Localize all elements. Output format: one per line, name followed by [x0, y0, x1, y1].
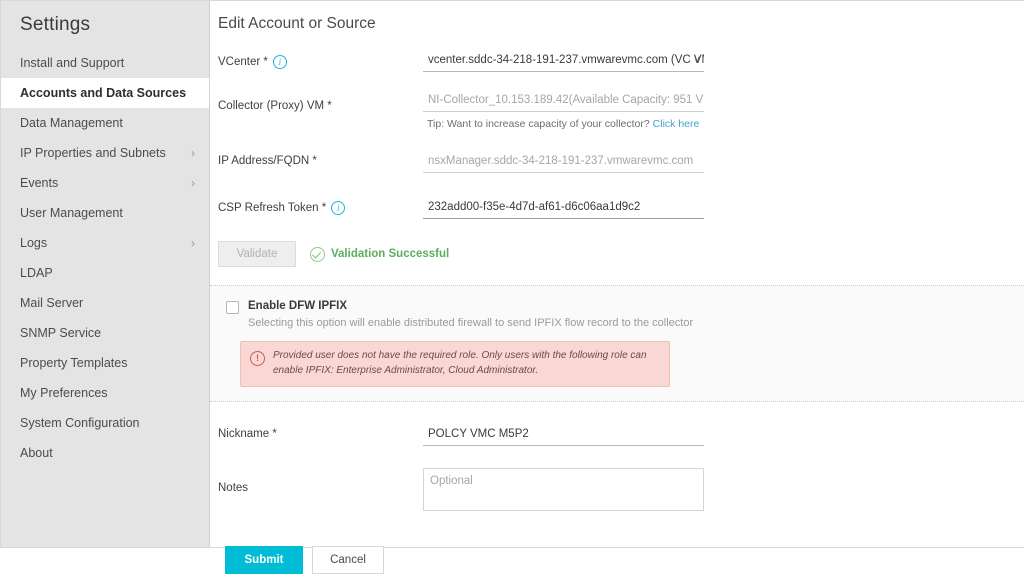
info-icon[interactable]: i: [331, 201, 346, 215]
collector-label: Collector (Proxy) VM *: [218, 90, 423, 112]
collector-label-text: Collector (Proxy) VM *: [218, 100, 332, 112]
notes-textarea[interactable]: [423, 468, 704, 511]
cancel-button[interactable]: Cancel: [312, 546, 384, 574]
main-content: Edit Account or Source VCenter * i vcent…: [210, 1, 1024, 574]
csp-token-row: CSP Refresh Token * i: [218, 197, 1024, 219]
collector-field: Tip: Want to increase capacity of your c…: [423, 90, 704, 130]
notes-label: Notes: [218, 468, 423, 494]
sidebar-item-snmp-service[interactable]: SNMP Service: [1, 318, 209, 348]
divider-bottom: [210, 401, 1024, 402]
sidebar-item-ip-properties-and-subnets[interactable]: IP Properties and Subnets ›: [1, 138, 209, 168]
csp-token-field: [423, 197, 704, 219]
validation-status: Validation Successful: [310, 246, 450, 262]
nickname-label: Nickname *: [218, 424, 423, 440]
csp-token-label-text: CSP Refresh Token *: [218, 202, 327, 214]
nickname-label-text: Nickname *: [218, 428, 277, 440]
sidebar-item-label: Mail Server: [20, 296, 84, 310]
sidebar-item-label: IP Properties and Subnets: [20, 146, 166, 160]
sidebar-item-install-and-support[interactable]: Install and Support: [1, 48, 209, 78]
validate-row: Validate Validation Successful: [218, 241, 1024, 267]
ip-address-input[interactable]: [423, 152, 704, 173]
collector-input[interactable]: [423, 91, 704, 112]
sidebar-item-label: Property Templates: [20, 356, 128, 370]
ipfix-role-warning: ! Provided user does not have the requir…: [240, 341, 670, 387]
sidebar-item-label: LDAP: [20, 266, 53, 280]
ip-address-label-text: IP Address/FQDN *: [218, 155, 317, 167]
sidebar-item-data-management[interactable]: Data Management: [1, 108, 209, 138]
ipfix-section: Enable DFW IPFIX Selecting this option w…: [210, 286, 1024, 401]
collector-tip-text: Tip: Want to increase capacity of your c…: [427, 118, 653, 130]
sidebar-item-label: Accounts and Data Sources: [20, 86, 187, 100]
ip-address-row: IP Address/FQDN *: [218, 151, 1024, 173]
sidebar-item-label: Events: [20, 176, 59, 190]
submit-button[interactable]: Submit: [225, 546, 303, 574]
sidebar-item-ldap[interactable]: LDAP: [1, 258, 209, 288]
sidebar-item-label: Data Management: [20, 116, 123, 130]
collector-tip: Tip: Want to increase capacity of your c…: [423, 112, 704, 130]
vcenter-label-text: VCenter *: [218, 56, 268, 68]
nickname-field: [423, 424, 704, 446]
chevron-right-icon: ›: [191, 236, 195, 250]
vcenter-row: VCenter * i vcenter.sddc-34-218-191-237.…: [218, 51, 1024, 72]
sidebar-item-label: About: [20, 446, 53, 460]
vcenter-label: VCenter * i: [218, 51, 423, 69]
check-circle-icon: [310, 246, 325, 262]
ipfix-text-group: Enable DFW IPFIX Selecting this option w…: [248, 300, 693, 329]
enable-dfw-ipfix-checkbox[interactable]: [226, 301, 239, 314]
vcenter-selected-value: vcenter.sddc-34-218-191-237.vmwarevmc.co…: [423, 51, 704, 72]
sidebar-item-label: System Configuration: [20, 416, 140, 430]
csp-token-label: CSP Refresh Token * i: [218, 197, 423, 215]
sidebar-item-about[interactable]: About: [1, 438, 209, 468]
sidebar-item-events[interactable]: Events ›: [1, 168, 209, 198]
alert-exclamation-icon: !: [250, 351, 265, 366]
sidebar-item-label: My Preferences: [20, 386, 108, 400]
csp-token-input[interactable]: [423, 198, 704, 219]
collector-tip-link[interactable]: Click here: [653, 118, 700, 130]
notes-row: Notes: [218, 468, 1024, 516]
nickname-row: Nickname *: [218, 424, 1024, 446]
sidebar-item-property-templates[interactable]: Property Templates: [1, 348, 209, 378]
sidebar-item-mail-server[interactable]: Mail Server: [1, 288, 209, 318]
sidebar-item-label: SNMP Service: [20, 326, 102, 340]
sidebar-item-accounts-and-data-sources[interactable]: Accounts and Data Sources: [1, 78, 209, 108]
vcenter-field: vcenter.sddc-34-218-191-237.vmwarevmc.co…: [423, 51, 704, 72]
ipfix-checkbox-label[interactable]: Enable DFW IPFIX: [248, 300, 693, 312]
sidebar-title: Settings: [20, 14, 91, 35]
nickname-input[interactable]: [423, 425, 704, 446]
sidebar-item-label: User Management: [20, 206, 123, 220]
chevron-right-icon: ›: [191, 146, 195, 160]
sidebar: Settings Install and Support Accounts an…: [1, 1, 210, 547]
ipfix-warning-text: Provided user does not have the required…: [273, 350, 647, 376]
info-icon[interactable]: i: [272, 55, 287, 69]
sidebar-item-label: Install and Support: [20, 56, 125, 70]
vcenter-select[interactable]: vcenter.sddc-34-218-191-237.vmwarevmc.co…: [423, 51, 704, 72]
sidebar-item-system-configuration[interactable]: System Configuration: [1, 408, 209, 438]
validate-button[interactable]: Validate: [218, 241, 296, 267]
ipfix-description: Selecting this option will enable distri…: [248, 317, 694, 329]
chevron-right-icon: ›: [191, 176, 195, 190]
sidebar-item-label: Logs: [20, 236, 48, 250]
ipfix-checkbox-row: Enable DFW IPFIX Selecting this option w…: [218, 300, 1024, 329]
validation-status-text: Validation Successful: [331, 248, 450, 260]
settings-page: Settings Install and Support Accounts an…: [0, 0, 1024, 574]
form-actions: Submit Cancel: [218, 546, 1024, 574]
collector-row: Collector (Proxy) VM * Tip: Want to incr…: [218, 90, 1024, 130]
notes-label-text: Notes: [218, 482, 249, 494]
notes-field: [423, 468, 704, 516]
page-title: Edit Account or Source: [218, 15, 376, 32]
sidebar-item-user-management[interactable]: User Management: [1, 198, 209, 228]
sidebar-item-logs[interactable]: Logs ›: [1, 228, 209, 258]
sidebar-item-my-preferences[interactable]: My Preferences: [1, 378, 209, 408]
ip-address-field: [423, 151, 704, 173]
ip-address-label: IP Address/FQDN *: [218, 151, 423, 167]
edit-account-form: VCenter * i vcenter.sddc-34-218-191-237.…: [210, 51, 1024, 574]
